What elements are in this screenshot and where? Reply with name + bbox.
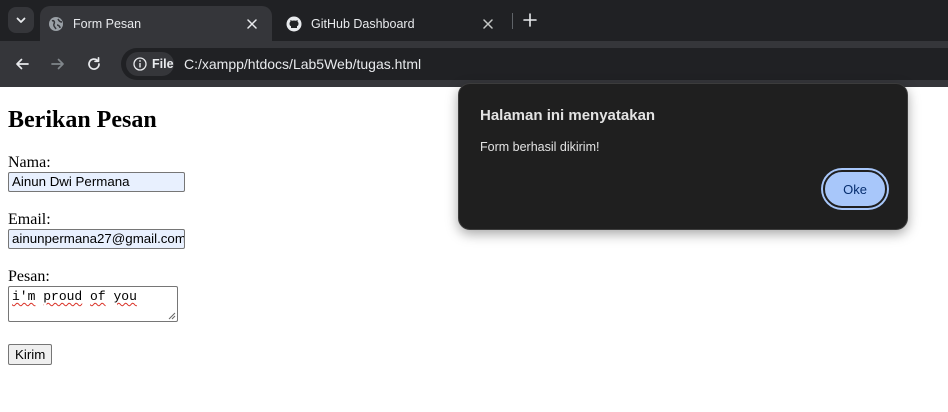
forward-button[interactable] bbox=[46, 52, 70, 76]
browser-toolbar: File C:/xampp/htdocs/Lab5Web/tugas.html bbox=[0, 41, 948, 87]
globe-icon bbox=[48, 16, 64, 32]
message-word: you bbox=[113, 289, 137, 304]
plus-icon bbox=[523, 13, 537, 27]
tab-strip: Form Pesan GitHub Dashboard bbox=[0, 0, 948, 41]
message-word: proud bbox=[43, 289, 83, 304]
close-icon[interactable] bbox=[478, 14, 498, 34]
dialog-title: Halaman ini menyatakan bbox=[480, 107, 656, 124]
submit-button[interactable]: Kirim bbox=[8, 344, 53, 365]
new-tab-button[interactable] bbox=[520, 10, 540, 30]
chevron-down-icon bbox=[16, 17, 26, 23]
close-icon[interactable] bbox=[242, 14, 262, 34]
resize-handle-icon[interactable] bbox=[168, 312, 176, 320]
site-chip-label: File bbox=[152, 57, 174, 71]
tab-title: Form Pesan bbox=[73, 16, 142, 31]
tab-divider bbox=[512, 13, 513, 29]
forward-arrow-icon bbox=[51, 58, 64, 70]
message-word: i'm bbox=[12, 289, 36, 304]
name-label: Nama: bbox=[8, 154, 51, 171]
alert-dialog: Halaman ini menyatakan Form berhasil dik… bbox=[458, 83, 908, 230]
page-title: Berikan Pesan bbox=[8, 107, 157, 133]
dialog-message: Form berhasil dikirim! bbox=[480, 140, 600, 154]
message-textarea[interactable]: i'm proud of you bbox=[8, 286, 178, 322]
email-input[interactable]: ainunpermana27@gmail.com bbox=[8, 229, 185, 249]
reload-button[interactable] bbox=[82, 52, 106, 76]
address-bar[interactable]: File C:/xampp/htdocs/Lab5Web/tugas.html bbox=[121, 48, 948, 80]
info-icon bbox=[133, 57, 147, 71]
github-icon bbox=[286, 16, 302, 32]
tab-title: GitHub Dashboard bbox=[311, 16, 415, 31]
back-button[interactable] bbox=[10, 52, 34, 76]
site-info-chip[interactable]: File bbox=[126, 52, 174, 76]
name-input[interactable]: Ainun Dwi Permana bbox=[8, 172, 185, 192]
reload-icon bbox=[88, 56, 100, 70]
email-label: Email: bbox=[8, 211, 51, 228]
message-word: of bbox=[90, 289, 106, 304]
ok-button[interactable]: Oke bbox=[823, 170, 887, 208]
message-label: Pesan: bbox=[8, 268, 50, 285]
url-text[interactable]: C:/xampp/htdocs/Lab5Web/tugas.html bbox=[184, 56, 421, 72]
tab-search-button[interactable] bbox=[8, 7, 34, 33]
tab-form-pesan[interactable]: Form Pesan bbox=[40, 6, 272, 41]
back-arrow-icon bbox=[16, 58, 29, 70]
tab-github-dashboard[interactable]: GitHub Dashboard bbox=[278, 6, 508, 41]
